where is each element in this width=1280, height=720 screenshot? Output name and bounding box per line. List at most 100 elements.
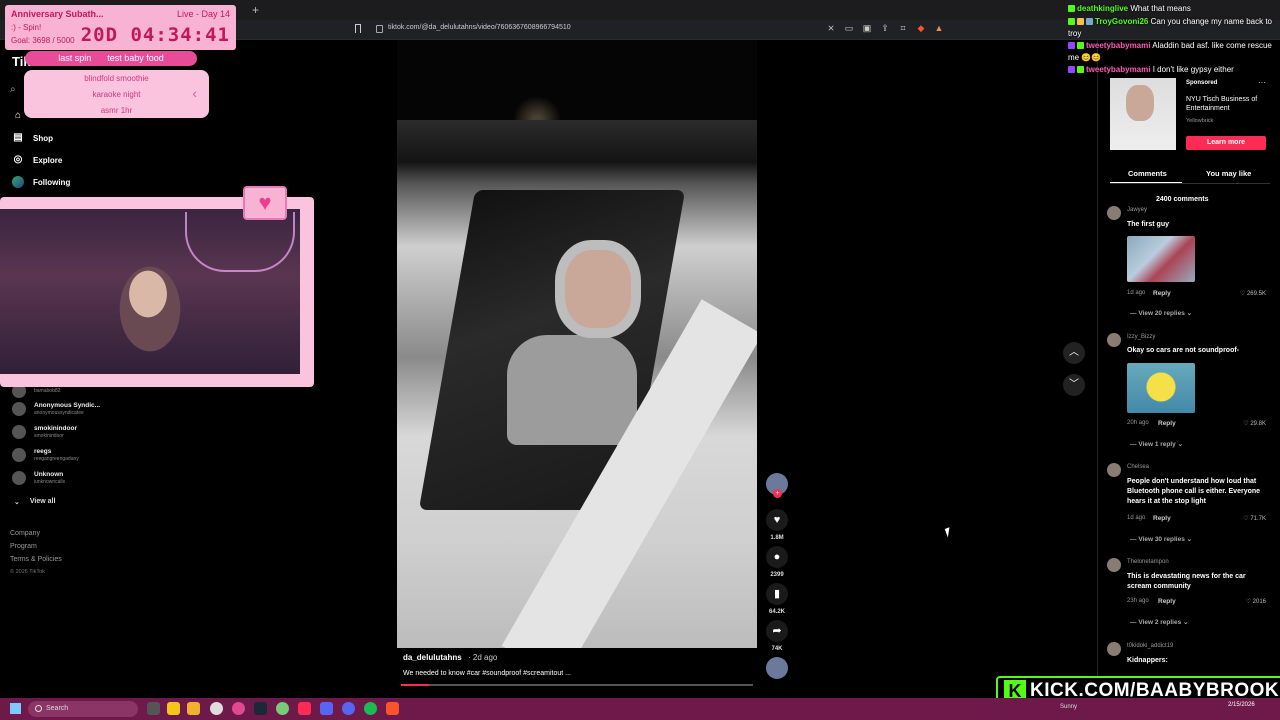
- windows-start-icon[interactable]: [10, 703, 21, 714]
- reply-button[interactable]: Reply: [1153, 515, 1171, 522]
- learn-more-button[interactable]: Learn more: [1186, 136, 1266, 150]
- app-icon[interactable]: [232, 702, 245, 715]
- sticky-notes-icon[interactable]: [167, 702, 180, 715]
- view-replies[interactable]: — View 20 replies ⌄: [1130, 309, 1192, 317]
- weather-widget[interactable]: Sunny: [1060, 704, 1077, 710]
- more-icon[interactable]: ⋯: [1258, 78, 1266, 87]
- followed-account[interactable]: reegs reegangreengadany: [12, 448, 79, 462]
- followed-account[interactable]: smokinindoor smokinindoor: [12, 425, 77, 439]
- next-video-button[interactable]: ﹀: [1063, 374, 1085, 396]
- account-name: smokinindoor: [34, 425, 77, 432]
- video-player[interactable]: [397, 120, 757, 648]
- file-explorer-icon[interactable]: [187, 702, 200, 715]
- taskbar: Search: [0, 698, 1280, 720]
- tab-you-may-like[interactable]: You may like: [1206, 169, 1251, 178]
- home-icon: ⌂: [14, 110, 22, 121]
- app-icon[interactable]: [320, 702, 333, 715]
- comment-likes[interactable]: ♡ 29.8K: [1243, 420, 1266, 427]
- view-replies[interactable]: — View 2 replies ⌄: [1130, 618, 1188, 626]
- comment-button[interactable]: ●: [766, 546, 788, 568]
- followed-account[interactable]: Unknown iunknowncallx: [12, 471, 65, 485]
- copyright: © 2026 TikTok: [10, 569, 45, 575]
- like-button[interactable]: ♥: [766, 509, 788, 531]
- tiktok-icon[interactable]: [298, 702, 311, 715]
- comment-user[interactable]: t0kidoki_addict19: [1127, 643, 1173, 649]
- site-info-icon[interactable]: [376, 25, 383, 33]
- followed-account[interactable]: Anonymous Syndic... anonymoussyndicatee: [12, 402, 100, 416]
- chat-user: TroyGovoni26: [1095, 17, 1149, 26]
- toolbar-icons: ⨯ ▭ ▣ ⇪ ⌗ ◆ ▲: [826, 23, 944, 34]
- new-tab-button[interactable]: +: [252, 3, 259, 17]
- comment-likes[interactable]: ♡ 269.5K: [1240, 290, 1266, 297]
- like-count: 29.8K: [1250, 421, 1266, 427]
- account-name: Unknown: [34, 471, 64, 478]
- comment-user[interactable]: Thelonetampon: [1127, 559, 1169, 565]
- avatar[interactable]: [1107, 206, 1121, 220]
- mute-icon[interactable]: ⨯: [826, 23, 836, 34]
- chat-message: tweetybabymami Aladdin bad asf. like com…: [1068, 40, 1276, 64]
- avatar[interactable]: [1107, 558, 1121, 572]
- comment-likes[interactable]: ♡ 71.7K: [1243, 515, 1266, 522]
- comment-gif[interactable]: [1127, 363, 1195, 413]
- search-icon[interactable]: ⌕: [10, 84, 16, 95]
- bookmark-icon: ▮: [773, 588, 781, 600]
- discord-icon[interactable]: [342, 702, 355, 715]
- tablet-icon[interactable]: ▭: [844, 23, 854, 34]
- bookmark-icon[interactable]: [355, 24, 361, 33]
- clock[interactable]: 2/15/2026: [1228, 702, 1255, 709]
- url-text[interactable]: tiktok.com/@da_delulutahns/video/7606367…: [388, 24, 571, 31]
- sidebar-item-following[interactable]: Following: [12, 176, 70, 188]
- previous-video-button[interactable]: ︿: [1063, 342, 1085, 364]
- sidebar-item-explore[interactable]: ◎ Explore: [12, 154, 63, 166]
- music-disc[interactable]: [766, 657, 788, 679]
- footer-terms[interactable]: Terms & Policies: [10, 556, 62, 563]
- avatar[interactable]: [1107, 463, 1121, 477]
- steam-icon[interactable]: [254, 702, 267, 715]
- footer-program[interactable]: Program: [10, 543, 37, 550]
- video-caption[interactable]: We needed to know #car #soundproof #scre…: [403, 670, 571, 677]
- spotify-icon[interactable]: [364, 702, 377, 715]
- share-icon[interactable]: ⇪: [880, 23, 890, 34]
- save-button[interactable]: ▮: [766, 583, 788, 605]
- sidebar-item-home[interactable]: ⌂: [12, 110, 24, 122]
- share-button[interactable]: ➦: [766, 620, 788, 642]
- last-spin-label: last spin: [58, 53, 92, 63]
- ad-title[interactable]: NYU Tisch Business of Entertainment: [1186, 95, 1276, 113]
- rewards-icon[interactable]: ▲: [934, 23, 944, 34]
- chat-message: TroyGovoni26 Can you change my name back…: [1068, 16, 1276, 40]
- app-icon[interactable]: [276, 702, 289, 715]
- sidebar-item-shop[interactable]: ▤ Shop: [12, 132, 53, 144]
- comment-gif[interactable]: [1127, 236, 1195, 282]
- reply-button[interactable]: Reply: [1153, 290, 1171, 297]
- view-replies[interactable]: — View 30 replies ⌄: [1130, 535, 1192, 543]
- crop-icon[interactable]: ⌗: [898, 23, 908, 34]
- view-replies[interactable]: — View 1 reply ⌄: [1130, 440, 1183, 448]
- reply-button[interactable]: Reply: [1158, 598, 1176, 605]
- spin-option: blindfold smoothie: [84, 74, 149, 83]
- video-progress-bar[interactable]: [401, 684, 753, 686]
- brave-icon[interactable]: [386, 702, 399, 715]
- app-icon[interactable]: [210, 702, 223, 715]
- view-all-link[interactable]: ⌄ View all: [14, 498, 55, 506]
- avatar[interactable]: [1107, 333, 1121, 347]
- avatar[interactable]: [1107, 642, 1121, 656]
- task-view-icon[interactable]: [147, 702, 160, 715]
- follow-plus-icon[interactable]: +: [773, 489, 782, 498]
- creator-avatar[interactable]: +: [766, 473, 788, 498]
- comment-text: People don't understand how loud that Bl…: [1127, 478, 1261, 505]
- kick-badge-icon: [1068, 5, 1075, 13]
- cast-icon[interactable]: ▣: [862, 23, 872, 34]
- comment-user[interactable]: Izzy_Bizzy: [1127, 334, 1155, 340]
- taskbar-search[interactable]: Search: [28, 701, 138, 717]
- brave-shield-icon[interactable]: ◆: [916, 23, 926, 34]
- comment-user[interactable]: Jawyey: [1127, 207, 1147, 213]
- reply-button[interactable]: Reply: [1158, 420, 1176, 427]
- heart-icon: ♥: [773, 514, 781, 526]
- comment-likes[interactable]: ♡ 2016: [1246, 598, 1266, 605]
- crown-badge-icon: [1077, 18, 1084, 26]
- video-username[interactable]: da_delulutahns: [403, 653, 462, 662]
- view-replies-label: View 20 replies: [1138, 310, 1185, 317]
- footer-company[interactable]: Company: [10, 530, 40, 537]
- comment-user[interactable]: Chelsea: [1127, 464, 1149, 470]
- tab-comments[interactable]: Comments: [1128, 169, 1167, 178]
